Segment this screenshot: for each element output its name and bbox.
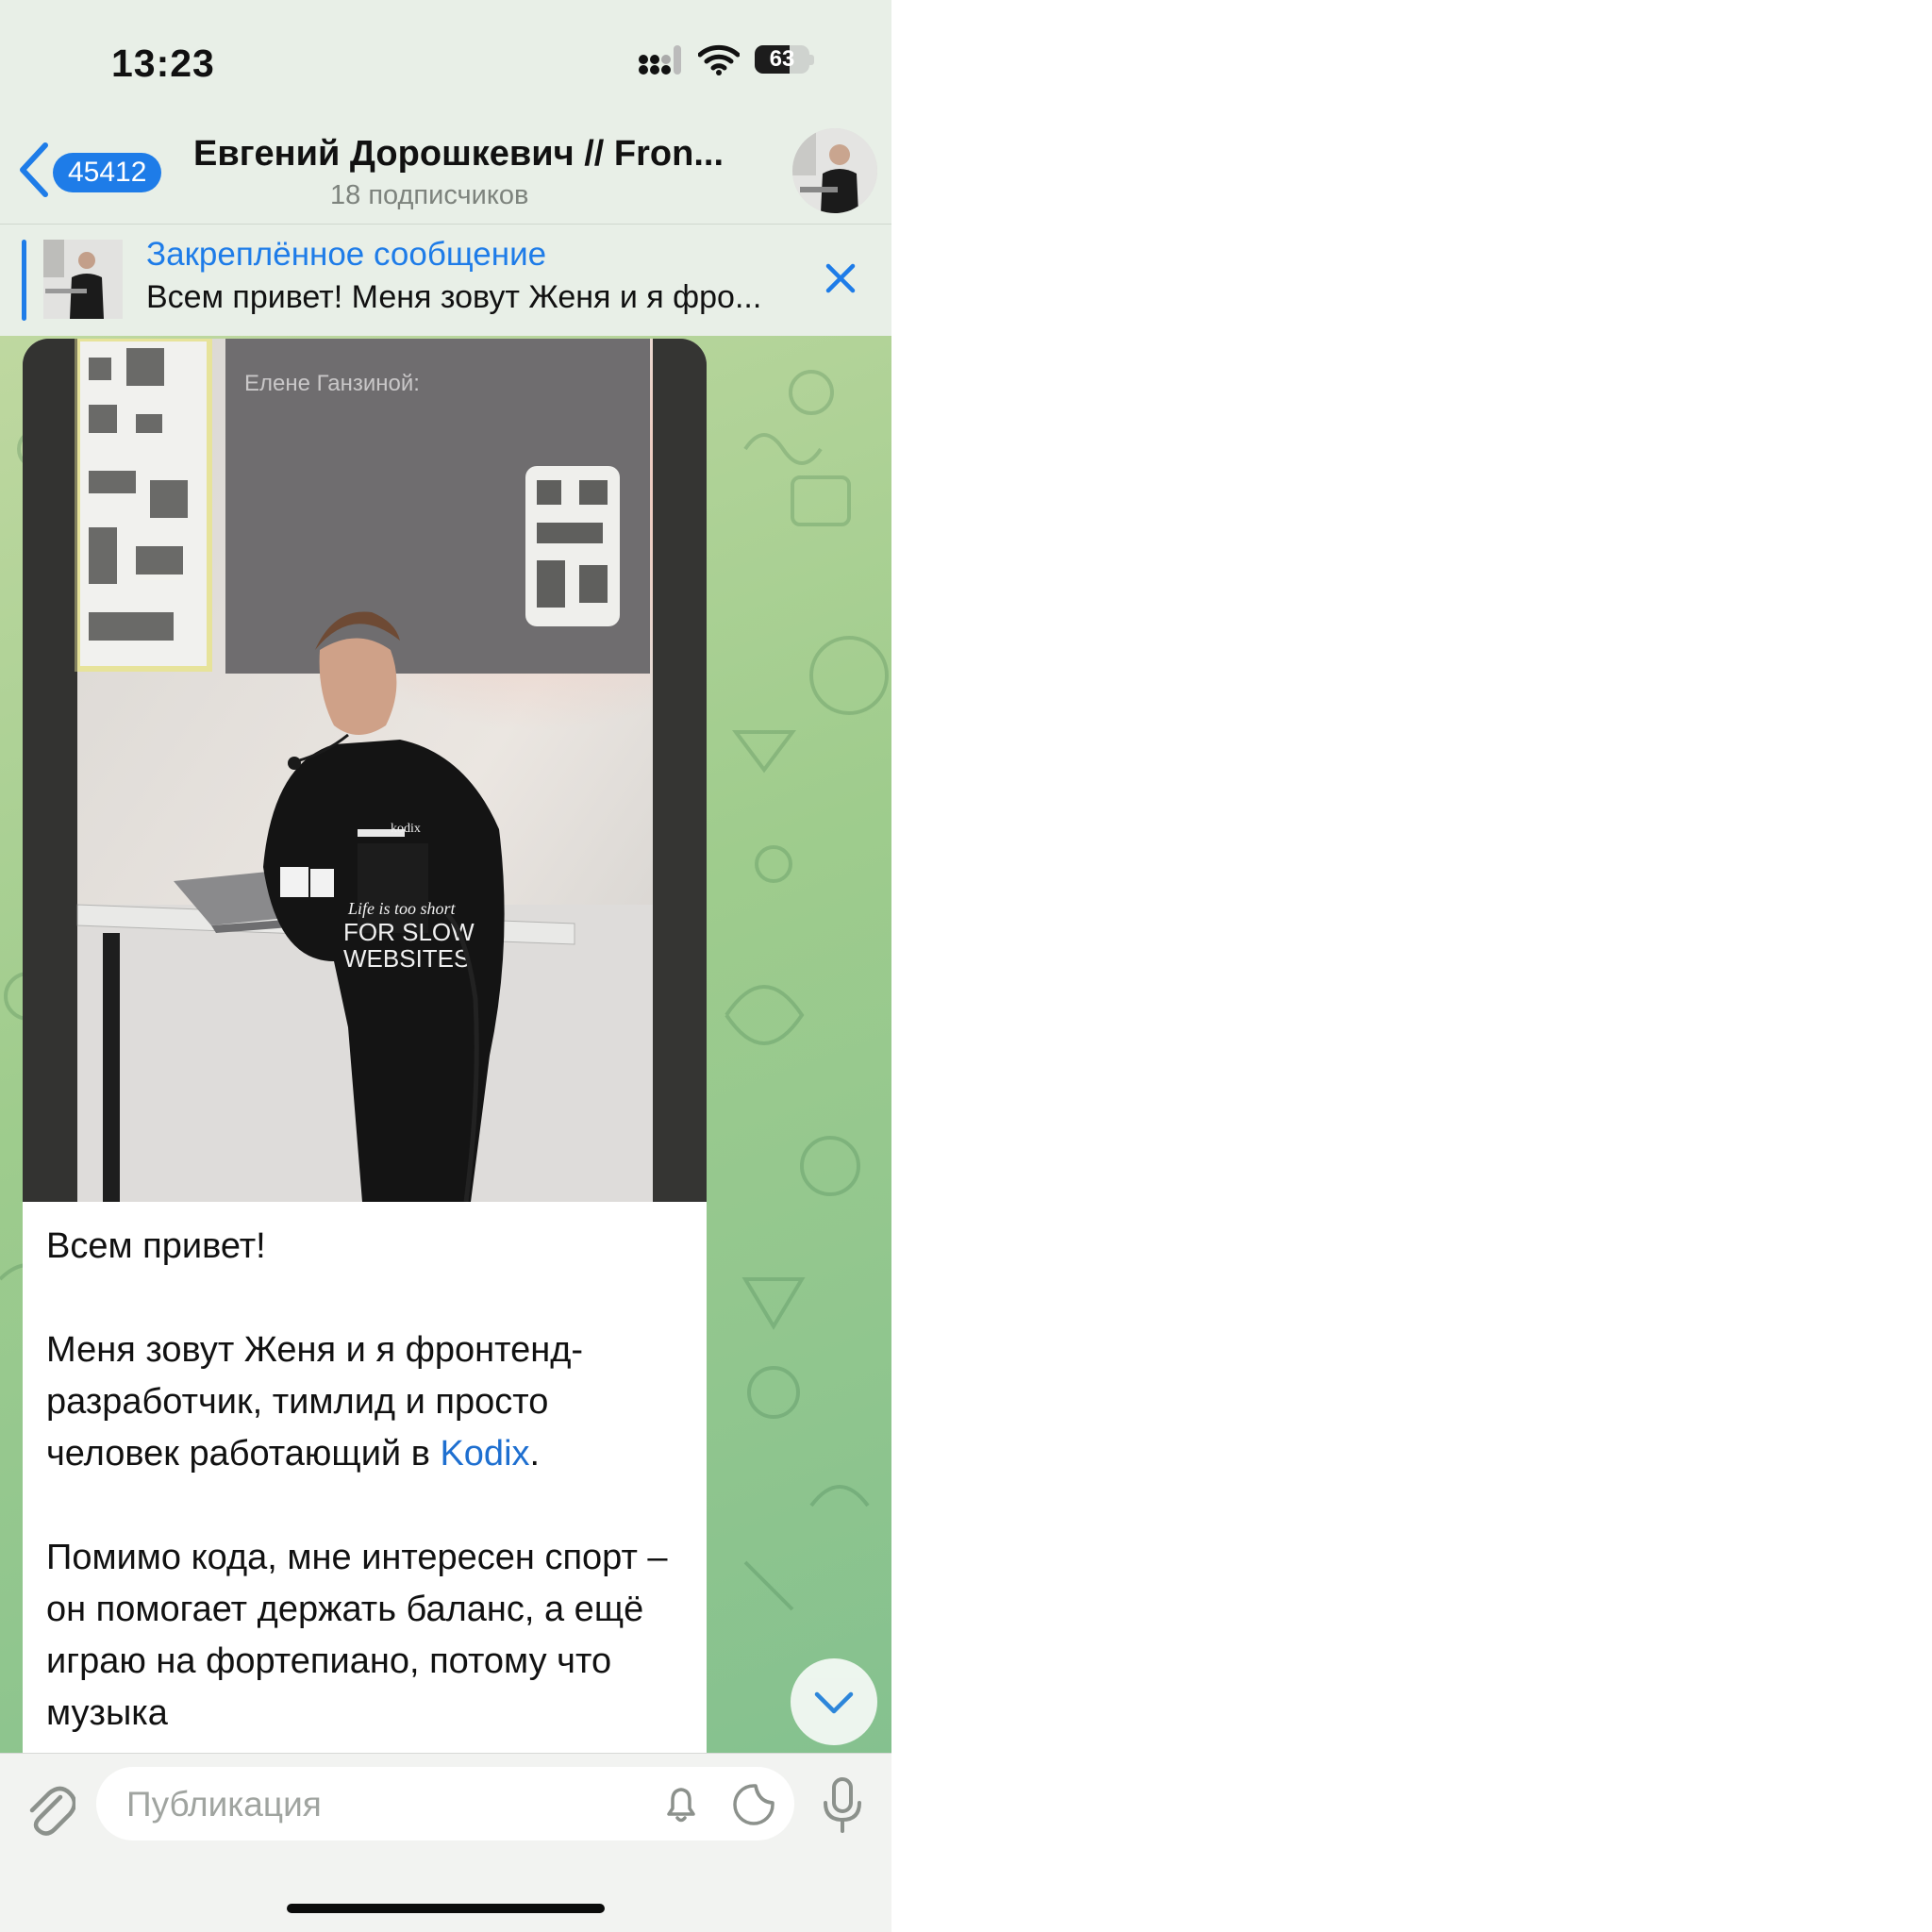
- avatar-photo: [792, 128, 877, 213]
- kodix-link[interactable]: Kodix: [440, 1434, 529, 1474]
- chevron-left-icon[interactable]: [17, 142, 51, 198]
- pinned-message-bar[interactable]: Закреплённое сообщение Всем привет! Меня…: [0, 224, 891, 336]
- hoodie-line-1: Life is too short: [347, 899, 457, 918]
- speaker-photo: Елене Ганзиной: kodix Life is too short …: [23, 339, 707, 1202]
- microphone-icon[interactable]: [820, 1776, 865, 1835]
- hoodie-line-3: WEBSITES: [343, 944, 470, 973]
- composer-bar: [0, 1753, 891, 1932]
- close-icon[interactable]: [819, 257, 862, 300]
- back-unread-count[interactable]: 45412: [53, 153, 162, 192]
- telegram-channel-screen: 13:23 63 45412 Евгений Дорошкевич // Fro…: [0, 0, 891, 1932]
- status-icons: 63: [638, 43, 814, 75]
- pinned-thumbnail: [43, 240, 123, 319]
- hoodie-brand: kodix: [391, 822, 421, 836]
- message-photo[interactable]: Елене Ганзиной: kodix Life is too short …: [23, 339, 707, 1202]
- cellular-signal-icon: [639, 45, 681, 75]
- pinned-indicator: [22, 240, 26, 321]
- message-text: Всем привет! Меня зовут Женя и я фронтен…: [46, 1221, 688, 1753]
- channel-title[interactable]: Евгений Дорошкевич // Fron...: [193, 134, 759, 175]
- battery-tip: [809, 54, 814, 65]
- channel-avatar[interactable]: [792, 128, 877, 213]
- paperclip-icon[interactable]: [23, 1780, 75, 1837]
- message-paragraph-3: Помимо кода, мне интересен спорт – он по…: [46, 1538, 668, 1733]
- message-input-pill[interactable]: [96, 1767, 794, 1840]
- home-indicator[interactable]: [287, 1904, 605, 1913]
- slide-text: Елене Ганзиной:: [244, 371, 420, 396]
- battery-indicator: 63: [755, 45, 814, 74]
- message-paragraph-2: Меня зовут Женя и я фронтенд-разработчик…: [46, 1324, 688, 1480]
- battery-percentage: 63: [769, 46, 795, 72]
- publication-input[interactable]: [125, 1782, 628, 1827]
- wifi-icon: [698, 44, 740, 75]
- pinned-preview-text: Всем привет! Меня зовут Женя и я фро...: [146, 279, 762, 315]
- subscriber-count: 18 подписчиков: [330, 180, 529, 210]
- chat-background: Елене Ганзиной: kodix Life is too short …: [0, 336, 891, 1753]
- battery-icon: 63: [755, 45, 809, 74]
- chevron-down-icon: [814, 1691, 854, 1714]
- bell-icon[interactable]: [659, 1782, 703, 1825]
- scroll-down-button[interactable]: [791, 1658, 877, 1745]
- pinned-thumbnail-image: [43, 240, 123, 319]
- pinned-title: Закреплённое сообщение: [146, 236, 547, 273]
- message-bubble[interactable]: Елене Ганзиной: kodix Life is too short …: [23, 339, 707, 1753]
- status-time: 13:23: [111, 42, 215, 85]
- message-paragraph-1: Всем привет!: [46, 1226, 266, 1266]
- sticker-icon[interactable]: [731, 1782, 776, 1827]
- paragraph-2-end: .: [529, 1434, 541, 1474]
